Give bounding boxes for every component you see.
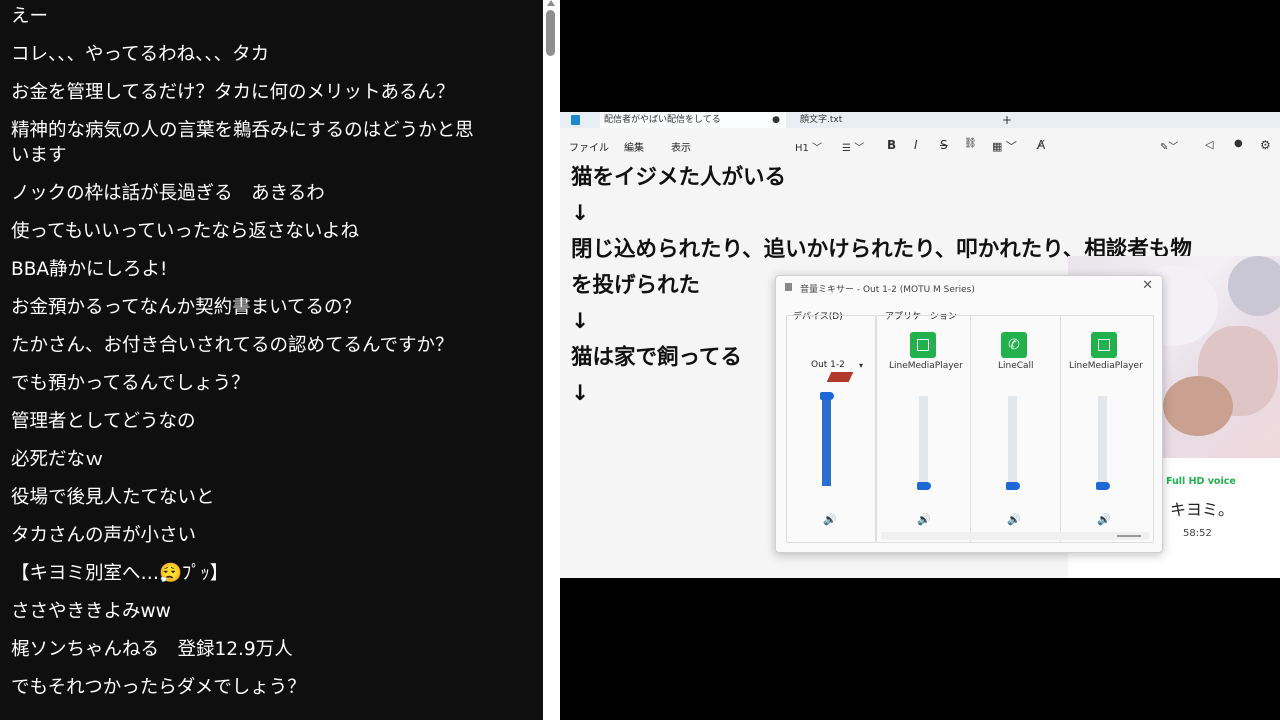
- chat-scroll-gutter: [543, 0, 560, 720]
- app-name: LineCall: [998, 361, 1034, 371]
- notepad-icon: [571, 115, 580, 125]
- menu-bar: ファイル 編集 表示 H1 ﹀ ☰ ﹀ B I S ⛓ ▦ ﹀ A̸ ✎﹀ ◁ …: [560, 132, 1280, 158]
- chat-message: お金を管理してるだけ？タカに何のメリットあるん？: [11, 82, 455, 103]
- chat-message: ささやききよみww: [11, 601, 171, 622]
- chat-message: 使ってもいいっていったなら返さないよね: [11, 221, 359, 242]
- heading-dropdown[interactable]: H1 ﹀: [795, 139, 822, 154]
- chat-scrollbar-thumb[interactable]: [546, 10, 555, 56]
- mute-speaker-icon[interactable]: 🔊: [1097, 513, 1111, 526]
- chat-message: お金預かるってなんか契約書まいてるの？: [11, 297, 362, 318]
- list-dropdown[interactable]: ☰ ﹀: [842, 139, 864, 154]
- chat-message: 梶ソンちゃんねる 登録12.9万人: [11, 639, 293, 660]
- tab-label: 顔文字.txt: [800, 115, 843, 125]
- chat-message: ノックの枠は話が長過ぎる あきるわ: [11, 183, 325, 204]
- phone-icon: ✆: [1001, 332, 1027, 358]
- slider-thumb[interactable]: [1096, 482, 1110, 490]
- device-volume-slider[interactable]: [820, 392, 834, 486]
- chat-message: でもそれつかったらダメでしょう？: [11, 677, 306, 698]
- app-name: LineMediaPlayer: [889, 361, 963, 371]
- speaker-icon: [785, 283, 792, 291]
- mute-speaker-icon[interactable]: 🔊: [917, 513, 931, 526]
- menu-edit[interactable]: 編集: [624, 139, 644, 154]
- chat-message: 【キヨミ別室へ…😮‍💨ﾌﾟｯ】: [11, 563, 229, 584]
- chat-message: たかさん、お付き合いされてるの認めてるんですか？: [11, 335, 454, 356]
- applications-group: LineMediaPlayer 🔊 ✆ LineCall 🔊 LineMedia…: [876, 315, 1154, 543]
- mixer-title: 音量ミキサー - Out 1-2 (MOTU M Series): [800, 285, 975, 295]
- tab-active[interactable]: 配信者がやばい配信をしてる ●: [600, 112, 786, 128]
- full-hd-voice-badge: Full HD voice: [1166, 476, 1236, 487]
- device-name: Out 1-2: [811, 360, 845, 370]
- new-tab-button[interactable]: +: [1002, 112, 1012, 128]
- settings-gear-icon[interactable]: ⚙: [1260, 138, 1271, 152]
- chat-message: タカさんの声が小さい: [11, 525, 197, 546]
- call-duration: 58:52: [1183, 528, 1212, 539]
- chat-message: 役場で後見人たてないと: [11, 487, 215, 508]
- chat-message: 精神的な病気の人の言葉を鵜呑みにするのはどうかと思: [11, 120, 474, 141]
- link-icon[interactable]: ⛓: [964, 138, 977, 149]
- chat-message: 必死だなｗ: [11, 449, 104, 470]
- megaphone-icon[interactable]: ◁: [1205, 138, 1213, 151]
- tab-kaomoji[interactable]: 顔文字.txt: [800, 112, 842, 128]
- tab-label: 配信者がやばい配信をしてる: [604, 115, 721, 125]
- strikethrough-button[interactable]: S: [940, 138, 948, 152]
- device-group: Out 1-2 ▾ 🔊: [786, 315, 876, 543]
- table-dropdown[interactable]: ▦ ﹀: [992, 138, 1017, 154]
- chat-message: コレ、、、やってるわね、、、タカ: [11, 44, 270, 65]
- chat-message-list: えー コレ、、、やってるわね、、、タカ お金を管理してるだけ？タカに何のメリット…: [11, 0, 531, 707]
- volume-mixer-window: 音量ミキサー - Out 1-2 (MOTU M Series) ✕ デバイス(…: [775, 275, 1163, 553]
- slider-thumb[interactable]: [1006, 482, 1020, 490]
- mixer-horizontal-scrollbar[interactable]: [881, 532, 1149, 540]
- account-icon[interactable]: ●: [1234, 138, 1243, 149]
- chat-message: BBA静かにしろよ!: [11, 259, 168, 280]
- scroll-up-arrow-icon[interactable]: [547, 0, 555, 6]
- chat-message: 管理者としてどうなの: [11, 411, 196, 432]
- slider-thumb[interactable]: [820, 392, 834, 400]
- close-icon[interactable]: ✕: [1142, 278, 1153, 293]
- italic-button[interactable]: I: [914, 138, 918, 152]
- app-square-icon: [1091, 332, 1117, 358]
- chat-message: えー: [11, 6, 49, 27]
- app-square-icon: [910, 332, 936, 358]
- notepad-window: 配信者がやばい配信をしてる ● 顔文字.txt + ファイル 編集 表示 H1 …: [560, 112, 1280, 578]
- mute-speaker-icon[interactable]: 🔊: [823, 513, 837, 526]
- menu-file[interactable]: ファイル: [569, 139, 609, 154]
- app-volume-slider[interactable]: [1096, 396, 1110, 490]
- doc-line: 猫をイジメた人がいる: [571, 165, 787, 190]
- device-dropdown-arrow-icon[interactable]: ▾: [859, 361, 863, 370]
- audio-device-icon: [826, 372, 854, 382]
- chat-message: でも預かってるんでしょう？: [11, 373, 250, 394]
- menu-view[interactable]: 表示: [671, 139, 691, 154]
- chat-message-continued: います: [11, 145, 67, 166]
- app-volume-slider[interactable]: [1006, 396, 1020, 490]
- tab-bar: 配信者がやばい配信をしてる ● 顔文字.txt +: [560, 112, 1280, 128]
- caller-name: キヨミ。: [1170, 500, 1235, 519]
- bold-button[interactable]: B: [887, 138, 896, 152]
- app-volume-slider[interactable]: [917, 396, 931, 490]
- unsaved-dot-icon: ●: [772, 115, 780, 125]
- chat-panel: えー コレ、、、やってるわね、、、タカ お金を管理してるだけ？タカに何のメリット…: [0, 0, 543, 720]
- clear-format-icon[interactable]: A̸: [1037, 138, 1045, 152]
- app-name: LineMediaPlayer: [1069, 361, 1143, 371]
- stream-video: 配信者がやばい配信をしてる ● 顔文字.txt + ファイル 編集 表示 H1 …: [560, 0, 1280, 720]
- slider-thumb[interactable]: [917, 482, 931, 490]
- copilot-icon[interactable]: ✎﹀: [1160, 138, 1178, 153]
- doc-line: ↓: [571, 201, 590, 226]
- mute-speaker-icon[interactable]: 🔊: [1007, 513, 1021, 526]
